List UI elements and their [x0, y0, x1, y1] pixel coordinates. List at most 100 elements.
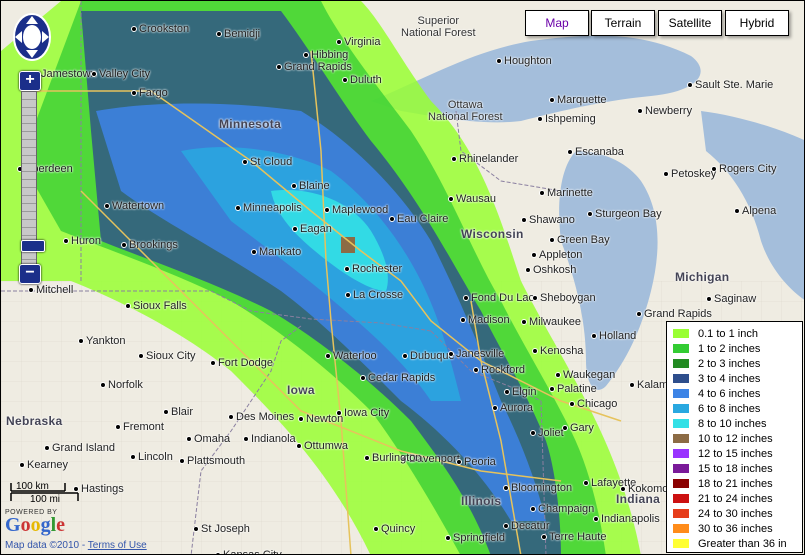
google-logo[interactable]: POWERED BY Google — [5, 509, 66, 536]
city-marker — [539, 190, 545, 196]
zoom-in-button[interactable]: + — [19, 71, 41, 91]
city-marker — [325, 353, 331, 359]
map-view[interactable]: Crookston Bemidji Virginia Hibbing Grand Rap… — [0, 0, 805, 555]
map-data-text: Map data ©2010 - — [5, 540, 88, 551]
city-marker — [629, 382, 635, 388]
city-marker — [210, 360, 216, 366]
city-label: Fort Dodge — [218, 357, 274, 369]
city-marker — [138, 353, 144, 359]
city-marker — [291, 183, 297, 189]
city-label: Iowa City — [344, 407, 390, 419]
city-label: Decatur — [511, 520, 550, 532]
map-type-satellite-button[interactable]: Satellite — [658, 10, 722, 36]
city-label: Burlington — [372, 452, 422, 464]
zoom-slider-thumb[interactable] — [21, 240, 45, 252]
city-label: Hastings — [81, 483, 124, 495]
city-label: Grand Rapids — [644, 308, 712, 320]
city-marker — [228, 414, 234, 420]
zoom-control[interactable]: + − — [19, 71, 45, 284]
city-label: Quincy — [381, 523, 416, 535]
city-label: Shawano — [529, 214, 575, 226]
city-label: Grand Rapids — [284, 61, 352, 73]
legend-item: Greater than 36 in — [673, 536, 802, 551]
city-label: Wausau — [456, 193, 496, 205]
city-label: Fremont — [123, 421, 164, 433]
city-label: Valley City — [99, 68, 151, 80]
city-marker — [179, 458, 185, 464]
legend-label: 21 to 24 inches — [698, 492, 773, 505]
city-label: Palatine — [557, 383, 597, 395]
city-label: Blair — [171, 406, 194, 418]
city-marker — [115, 424, 121, 430]
city-label: Rockford — [481, 364, 526, 376]
city-label: Yankton — [86, 335, 126, 347]
legend-item: 2 to 3 inches — [673, 356, 802, 371]
city-label: Gary — [570, 422, 594, 434]
city-marker — [496, 58, 502, 64]
city-marker — [303, 52, 309, 58]
city-label: Saginaw — [714, 293, 757, 305]
scale-mi-label: 100 mi — [30, 494, 61, 505]
city-label: Aurora — [500, 402, 534, 414]
map-type-terrain-button[interactable]: Terrain — [591, 10, 655, 36]
scale-km-label: 100 km — [16, 481, 49, 492]
city-marker — [336, 39, 342, 45]
terms-of-use-link[interactable]: Terms of Use — [88, 540, 147, 551]
city-label: Grand Island — [52, 442, 115, 454]
map-type-map-button[interactable]: Map — [525, 10, 589, 36]
city-label: Eagan — [300, 223, 332, 235]
city-marker — [131, 26, 137, 32]
city-label: Huron — [71, 235, 101, 247]
legend-label: 12 to 15 inches — [698, 447, 773, 460]
city-marker — [445, 535, 451, 541]
city-label: Alpena — [742, 205, 777, 217]
google-wordmark: Google — [5, 514, 66, 536]
city-label: Jamestown — [41, 68, 97, 80]
city-marker — [549, 97, 555, 103]
city-label: Marinette — [547, 187, 593, 199]
legend-swatch — [673, 464, 689, 473]
legend-label: 0.1 to 1 inch — [698, 327, 758, 340]
city-label: Chicago — [577, 398, 618, 410]
city-marker — [530, 430, 536, 436]
city-marker — [130, 454, 136, 460]
state-label: Nebraska — [6, 414, 63, 428]
legend-label: Greater than 36 in — [698, 537, 787, 550]
city-label: Plattsmouth — [187, 455, 246, 467]
city-label: Ottumwa — [304, 440, 349, 452]
legend-item: 21 to 24 inches — [673, 491, 802, 506]
legend-item: 18 to 21 inches — [673, 476, 802, 491]
legend-label: 2 to 3 inches — [698, 357, 761, 370]
city-marker — [583, 480, 589, 486]
city-label: Brookings — [129, 239, 178, 251]
city-marker — [503, 485, 509, 491]
zoom-slider-track[interactable] — [21, 91, 45, 265]
city-label: Sturgeon Bay — [595, 208, 662, 220]
city-marker — [344, 266, 350, 272]
state-label: Wisconsin — [461, 227, 524, 241]
map-type-hybrid-button[interactable]: Hybrid — [725, 10, 789, 36]
city-marker — [104, 203, 110, 209]
city-label: Sault Ste. Marie — [695, 79, 774, 91]
state-label: Illinois — [461, 494, 502, 508]
legend-label: 18 to 21 inches — [698, 477, 773, 490]
zoom-out-button[interactable]: − — [19, 264, 41, 284]
city-marker — [44, 445, 50, 451]
city-marker — [562, 425, 568, 431]
legend-item: 3 to 4 inches — [673, 371, 802, 386]
city-label: Minneapolis — [243, 202, 302, 214]
city-marker — [541, 534, 547, 540]
legend-item: 6 to 8 inches — [673, 401, 802, 416]
city-label: Fond Du Lac — [471, 292, 534, 304]
city-label: Kearney — [27, 459, 68, 471]
legend-item: 12 to 15 inches — [673, 446, 802, 461]
city-marker — [251, 249, 257, 255]
city-label: Terre Haute — [549, 531, 607, 543]
legend-item: 4 to 6 inches — [673, 386, 802, 401]
city-label: Waukegan — [563, 369, 616, 381]
city-marker — [19, 462, 25, 468]
legend-swatch — [673, 344, 689, 353]
city-label: Madison — [468, 314, 510, 326]
pan-control[interactable] — [12, 12, 52, 62]
city-label: Cedar Rapids — [368, 372, 436, 384]
